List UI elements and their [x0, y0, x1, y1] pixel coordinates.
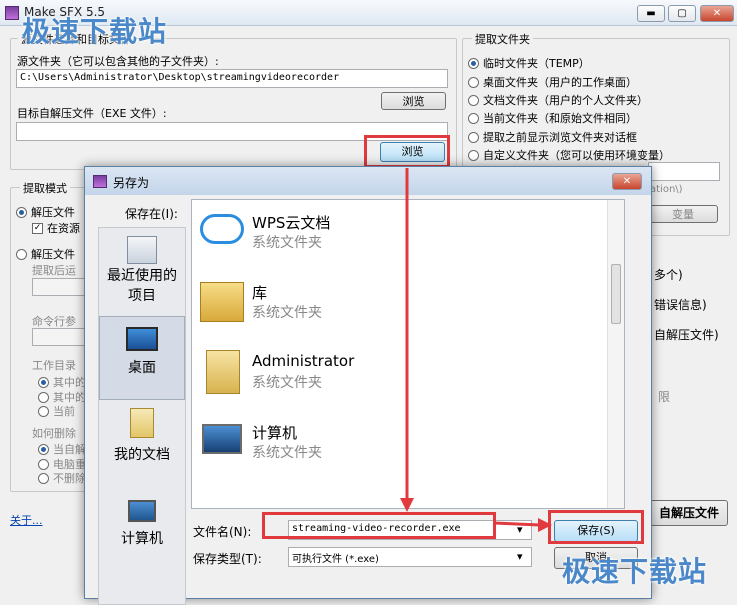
watermark-top: 极速下载站 — [22, 15, 168, 48]
watermark-bottom: 极速下载站 — [562, 555, 708, 588]
annotation-arrows — [400, 168, 552, 532]
